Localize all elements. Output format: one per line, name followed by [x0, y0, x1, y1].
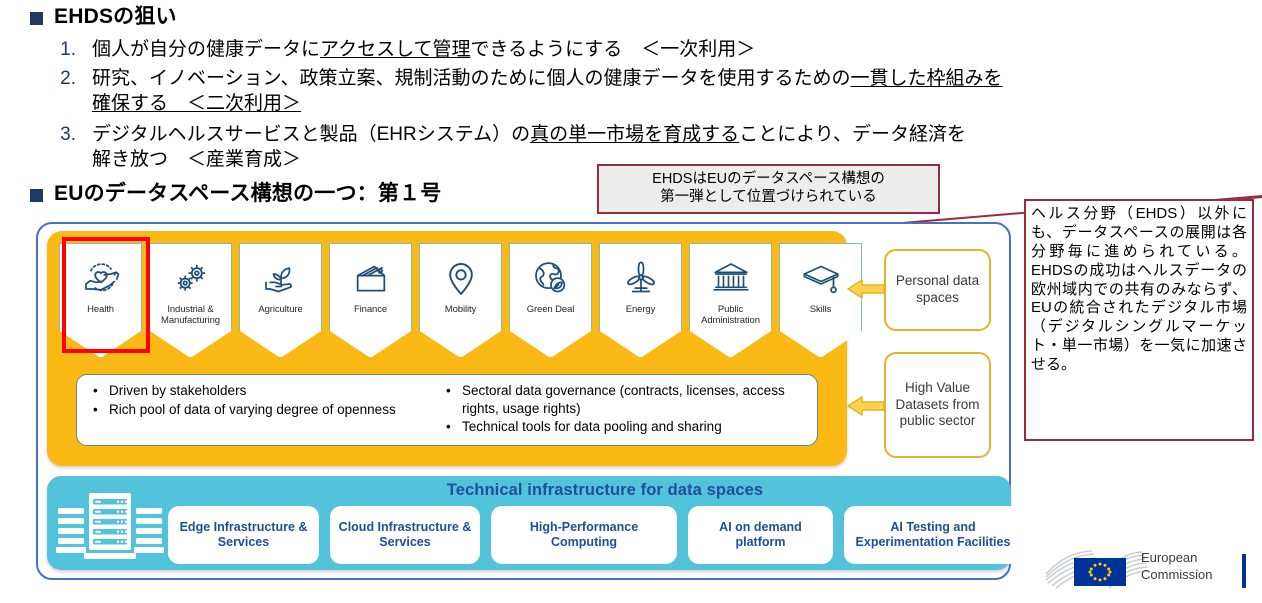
square-bullet-icon: [30, 12, 43, 25]
technical-infrastructure-title: Technical infrastructure for data spaces: [446, 481, 764, 499]
data-space-features-strip: • Driven by stakeholders • Rich pool of …: [76, 374, 818, 446]
infra-card-ai-on-demand[interactable]: AI on demand platform: [688, 506, 833, 564]
sector-card-green-deal[interactable]: Green Deal: [509, 243, 592, 358]
personal-data-spaces-box: Personal data spaces: [884, 249, 991, 331]
wallet-icon: [351, 258, 391, 300]
infra-card-cloud[interactable]: Cloud Infrastructure & Services: [330, 506, 480, 564]
arrow-to-high-value-datasets-icon: [846, 391, 886, 426]
server-rack-icon: [56, 490, 164, 560]
aims-item-1-number: 1.: [60, 39, 76, 60]
government-building-icon: [711, 258, 751, 300]
sector-label: Energy: [625, 304, 656, 315]
feature-text: Technical tools for data pooling and sha…: [462, 419, 722, 435]
section-heading-dataspace: EUのデータスペース構想の一つ：第１号: [30, 182, 441, 206]
slide-root: EHDSの狙い 1. 個人が自分の健康データにアクセスして管理できるようにする …: [0, 0, 1262, 603]
sector-label: Mobility: [444, 304, 477, 315]
aims-item-1-text: 個人が自分の健康データにアクセスして管理できるようにする ＜一次利用＞: [92, 39, 756, 60]
feature-item: • Rich pool of data of varying degree of…: [89, 401, 438, 419]
callout-line-1: EHDSはEUのデータスペース構想の: [652, 171, 885, 188]
sector-card-energy[interactable]: Energy: [599, 243, 682, 358]
feature-text: Sectoral data governance (contracts, lic…: [462, 383, 785, 416]
infra-card-hpc[interactable]: High-Performance Computing: [491, 506, 677, 564]
aims-item-3-number: 3.: [60, 124, 76, 145]
bullet-dot-icon: •: [93, 401, 98, 417]
callout-box: EHDSはEUのデータスペース構想の 第一弾として位置づけられている: [597, 164, 940, 214]
aims-heading-text: EHDSの狙い: [54, 5, 177, 28]
dataspace-heading-text: EUのデータスペース構想の一つ：第１号: [54, 182, 442, 205]
features-column-left: • Driven by stakeholders • Rich pool of …: [77, 382, 438, 445]
feature-item: • Technical tools for data pooling and s…: [442, 418, 817, 436]
high-value-datasets-text: High Value Datasets from public sector: [895, 379, 980, 429]
infrastructure-card-list: Edge Infrastructure & Services Cloud Inf…: [168, 506, 1022, 564]
logo-line-2: Commission: [1141, 567, 1213, 583]
aims-item-2: 2. 研究、イノベーション、政策立案、規制活動のために個人の健康データを使用する…: [52, 66, 1242, 116]
european-commission-logo: European Commission: [1044, 544, 1256, 596]
feature-text: Rich pool of data of varying degree of o…: [109, 401, 396, 417]
high-value-datasets-box: High Value Datasets from public sector: [884, 352, 991, 458]
map-pin-icon: [441, 258, 481, 300]
logo-line-1: European: [1141, 550, 1198, 565]
health-highlight-box: [62, 237, 150, 353]
square-bullet-icon: [30, 189, 43, 202]
aims-item-1: 1. 個人が自分の健康データにアクセスして管理できるようにする ＜一次利用＞: [52, 37, 1242, 62]
aims-item-2-number: 2.: [60, 68, 76, 89]
infra-card-edge[interactable]: Edge Infrastructure & Services: [168, 506, 319, 564]
sector-card-mobility[interactable]: Mobility: [419, 243, 502, 358]
sector-card-agriculture[interactable]: Agriculture: [239, 243, 322, 358]
gears-icon: [171, 258, 211, 300]
arrow-to-personal-data-spaces-icon: [846, 274, 886, 309]
annotation-box: ヘルス分野（EHDS）以外にも、データスペースの展開は各分野毎に進められている。…: [1024, 199, 1254, 441]
features-column-right: • Sectoral data governance (contracts, l…: [438, 382, 817, 445]
sector-label: Green Deal: [526, 304, 575, 315]
sector-card-industrial-manufacturing[interactable]: Industrial & Manufacturing: [149, 243, 232, 358]
sector-card-finance[interactable]: Finance: [329, 243, 412, 358]
logo-text: European Commission: [1141, 549, 1213, 583]
sector-card-public-administration[interactable]: Public Administration: [689, 243, 772, 358]
sector-label: Public Administration: [701, 304, 760, 326]
sector-label: Skills: [809, 304, 832, 315]
globe-leaf-icon: [531, 258, 571, 300]
annotation-text: ヘルス分野（EHDS）以外にも、データスペースの展開は各分野毎に進められている。…: [1031, 205, 1247, 374]
sector-label: Finance: [353, 304, 388, 315]
sprout-in-hand-icon: [261, 258, 301, 300]
infra-card-ai-testing[interactable]: AI Testing and Experimentation Facilitie…: [844, 506, 1022, 564]
bullet-dot-icon: •: [93, 383, 98, 398]
personal-data-spaces-text: Personal data spaces: [895, 273, 980, 305]
feature-item: • Driven by stakeholders: [89, 382, 438, 400]
callout-line-2: 第一弾として位置づけられている: [660, 189, 877, 205]
aims-item-2-text: 研究、イノベーション、政策立案、規制活動のために個人の健康データを使用するための…: [92, 68, 1003, 115]
section-heading-aims: EHDSの狙い: [30, 5, 177, 29]
sector-label: Industrial & Manufacturing: [161, 304, 220, 326]
bullet-dot-icon: •: [446, 419, 451, 435]
sector-label: Agriculture: [258, 304, 303, 315]
sector-card-list: Health Industrial & Manufacturing Agricu…: [59, 243, 862, 358]
feature-text: Driven by stakeholders: [109, 383, 247, 398]
graduation-cap-icon: [801, 258, 841, 300]
wind-turbine-icon: [621, 258, 661, 300]
bullet-dot-icon: •: [446, 383, 451, 398]
feature-item: • Sectoral data governance (contracts, l…: [442, 382, 817, 417]
